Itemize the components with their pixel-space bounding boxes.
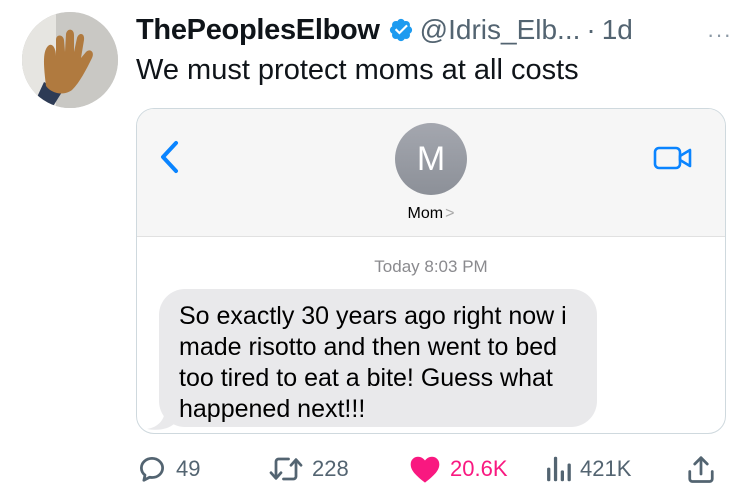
more-options-icon[interactable]: ··· [707, 22, 732, 48]
message-header: M Mom > [137, 109, 725, 237]
handle[interactable]: @Idris_Elb... [420, 14, 581, 46]
author-avatar[interactable] [22, 12, 118, 108]
separator-dot: · [586, 14, 596, 45]
tweet-text: We must protect moms at all costs [136, 54, 579, 86]
message-timestamp: Today 8:03 PM [374, 257, 488, 276]
tweet-time[interactable]: 1d [602, 14, 633, 46]
attached-image[interactable]: M Mom > Today 8:03 PM So exactly 30 years… [136, 108, 726, 434]
views-chart-icon [547, 456, 571, 482]
reply-button[interactable]: 49 [136, 452, 200, 486]
retweet-icon [269, 457, 303, 481]
reply-count: 49 [176, 456, 201, 481]
views-button[interactable]: 421K [544, 452, 631, 486]
views-count: 421K [580, 456, 632, 481]
contact-name-row: Mom > [137, 205, 725, 223]
like-count: 20.6K [450, 456, 508, 481]
tweet-header: ThePeoplesElbow @Idris_Elb... · 1d ··· [136, 10, 736, 50]
message-bubble: So exactly 30 years ago right now i made… [159, 289, 597, 427]
reply-icon [140, 457, 164, 482]
heart-icon [410, 456, 440, 483]
like-button[interactable]: 20.6K [408, 452, 508, 486]
tweet-actions: 49 228 20.6K 421K [136, 452, 736, 486]
share-icon [688, 456, 714, 483]
display-name[interactable]: ThePeoplesElbow [136, 14, 380, 47]
retweet-button[interactable]: 228 [268, 452, 349, 486]
back-chevron-icon [161, 141, 178, 173]
video-camera-icon [653, 146, 692, 170]
contact-avatar: M [395, 123, 467, 195]
contact-chevron-icon: > [445, 205, 455, 222]
contact-name: Mom [407, 205, 444, 222]
verified-badge-icon [389, 18, 412, 42]
retweet-count: 228 [312, 456, 349, 481]
share-button[interactable] [686, 452, 724, 486]
